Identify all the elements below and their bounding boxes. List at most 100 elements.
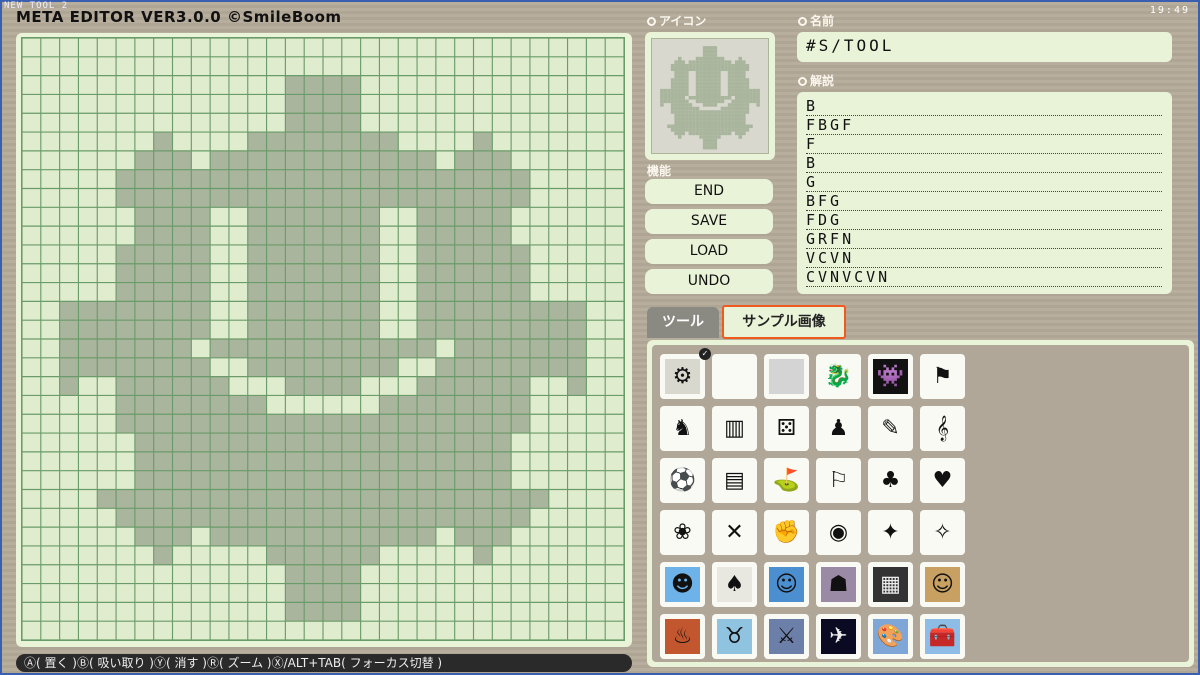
description-line: VCVN	[806, 249, 1162, 268]
dragon-icon: 🐉	[821, 359, 856, 394]
tab-tool[interactable]: ツール	[647, 307, 719, 338]
sample-thumbnail[interactable]	[712, 354, 757, 399]
end-button[interactable]: END	[645, 179, 773, 204]
sample-images-grid: ⚙ ✓ 🐉 👾 ⚑ ♞ ▥ ⚄ ♟ ✎ 𝄞 ⚽ ▤ ⛳ ⚐ ♣ ♥ ❀ ✕ ✊ ◉ ✦ ✧ ☻ ♠ ☺ ☗ ▦ ☺ ♨ ♉ ⚔ ✈ 🎨 🧰	[652, 345, 1189, 662]
description-line: BFG	[806, 192, 1162, 211]
sample-thumbnail[interactable]: ⚽	[660, 458, 705, 503]
heart-icon: ♥	[925, 463, 960, 498]
sample-thumbnail[interactable]: ⚄	[764, 406, 809, 451]
shelf-icon: ▥	[717, 411, 752, 446]
chess-board-icon: ♟	[821, 411, 856, 446]
save-button[interactable]: SAVE	[645, 209, 773, 234]
tab-sample-images[interactable]: サンプル画像	[722, 305, 846, 339]
description-label: 解説	[798, 72, 834, 89]
description-line: FDG	[806, 211, 1162, 230]
sample-thumbnail[interactable]: ⚑	[920, 354, 965, 399]
crack-icon: ✧	[925, 515, 960, 550]
description-line: CVNVCVN	[806, 268, 1162, 287]
cards-icon: ♣	[873, 463, 908, 498]
circle-bullet-icon	[798, 17, 807, 26]
blank-gray-icon	[769, 359, 804, 394]
palette-icon: 🎨	[873, 619, 908, 654]
description-field[interactable]: B FBGF F B G BFG FDG GRFN VCVN CVNVCVN	[797, 92, 1172, 294]
sample-thumbnail[interactable]: ⚙ ✓	[660, 348, 711, 399]
sample-thumbnail[interactable]: 𝄞	[920, 406, 965, 451]
fighter-icon: ✊	[769, 515, 804, 550]
girl-portrait-icon: ☺	[925, 567, 960, 602]
sample-thumbnail[interactable]: ☻	[660, 562, 705, 607]
description-line: F	[806, 135, 1162, 154]
mario-like-icon: ☻	[665, 567, 700, 602]
app-title: META EDITOR VER3.0.0 ©SmileBoom	[16, 8, 342, 26]
space-ship-icon: ✈	[821, 619, 856, 654]
selected-check-icon: ✓	[699, 348, 711, 360]
sample-thumbnail[interactable]: ✊	[764, 510, 809, 555]
icon-label: アイコン	[647, 12, 706, 29]
name-value: #S/TOOL	[806, 36, 895, 55]
document-icon: ▤	[717, 463, 752, 498]
sample-thumbnail[interactable]: ✦	[868, 510, 913, 555]
sample-thumbnail[interactable]: ☺	[764, 562, 809, 607]
sample-thumbnail[interactable]: ✈	[816, 614, 861, 659]
sample-thumbnail[interactable]: ♟	[816, 406, 861, 451]
sample-images-panel: ⚙ ✓ 🐉 👾 ⚑ ♞ ▥ ⚄ ♟ ✎ 𝄞 ⚽ ▤ ⛳ ⚐ ♣ ♥ ❀ ✕ ✊ ◉ ✦ ✧ ☻ ♠ ☺ ☗ ▦ ☺ ♨ ♉ ⚔ ✈ 🎨 🧰	[647, 340, 1194, 667]
sample-thumbnail[interactable]	[764, 354, 809, 399]
bear-icon: ♉	[717, 619, 752, 654]
sample-thumbnail[interactable]: ⚐	[816, 458, 861, 503]
road-icon: ✕	[717, 515, 752, 550]
gear-smile-icon: ⚙	[665, 359, 700, 394]
function-label: 機能	[647, 164, 672, 178]
sample-thumbnail[interactable]: ❀	[660, 510, 705, 555]
undo-button[interactable]: UNDO	[645, 269, 773, 294]
sample-thumbnail[interactable]: 🎨	[868, 614, 913, 659]
description-line: GRFN	[806, 230, 1162, 249]
golf-icon: ⛳	[769, 463, 804, 498]
description-line: FBGF	[806, 116, 1162, 135]
load-button[interactable]: LOAD	[645, 239, 773, 264]
clock: 19:49	[1149, 5, 1190, 16]
screen: NEW TOOL 2 19:49 META EDITOR VER3.0.0 ©S…	[0, 0, 1200, 675]
circle-bullet-icon	[798, 77, 807, 86]
sample-thumbnail[interactable]: ♠	[712, 562, 757, 607]
sample-thumbnail[interactable]: ☺	[920, 562, 965, 607]
sample-thumbnail[interactable]: ✎	[868, 406, 913, 451]
description-line: G	[806, 173, 1162, 192]
red-dragon-icon: ♨	[665, 619, 700, 654]
gear-smile-icon	[660, 46, 760, 150]
platformer-icon: ⚑	[925, 359, 960, 394]
sample-thumbnail[interactable]: ♨	[660, 614, 705, 659]
pixel-canvas[interactable]	[21, 37, 625, 641]
racer-icon: ◉	[821, 515, 856, 550]
flag-icon: ⚐	[821, 463, 856, 498]
sample-thumbnail[interactable]: ▦	[868, 562, 913, 607]
sample-thumbnail[interactable]: ⛳	[764, 458, 809, 503]
robot-icon: ☗	[821, 567, 856, 602]
sample-thumbnail[interactable]: ♉	[712, 614, 757, 659]
pixel-canvas-svg[interactable]	[22, 38, 624, 640]
sample-thumbnail[interactable]: ✕	[712, 510, 757, 555]
control-hints-bar: Ⓐ( 置く )Ⓑ( 吸い取り )Ⓨ( 消す )Ⓡ( ズーム )Ⓧ/ALT+TAB…	[16, 654, 632, 672]
sample-thumbnail[interactable]: ☗	[816, 562, 861, 607]
music-icon: 𝄞	[925, 411, 960, 446]
sample-thumbnail[interactable]: 🧰	[920, 614, 965, 659]
sample-thumbnail[interactable]: 👾	[868, 354, 913, 399]
sample-thumbnail[interactable]: ▥	[712, 406, 757, 451]
sample-thumbnail[interactable]: ✧	[920, 510, 965, 555]
toolbox-icon: 🧰	[925, 619, 960, 654]
sample-thumbnail[interactable]: ♣	[868, 458, 913, 503]
sample-thumbnail[interactable]: ♞	[660, 406, 705, 451]
plant-icon: ❀	[665, 515, 700, 550]
description-line: B	[806, 154, 1162, 173]
sports-icon: ⚽	[665, 463, 700, 498]
sample-thumbnail[interactable]: ♥	[920, 458, 965, 503]
synth-icon: ▦	[873, 567, 908, 602]
sample-thumbnail[interactable]: ▤	[712, 458, 757, 503]
sample-thumbnail[interactable]: ◉	[816, 510, 861, 555]
sample-thumbnail[interactable]: ⚔	[764, 614, 809, 659]
name-field[interactable]: #S/TOOL	[797, 32, 1172, 62]
tank-icon: ⚔	[769, 619, 804, 654]
monster-icon: 👾	[873, 359, 908, 394]
sample-thumbnail[interactable]: 🐉	[816, 354, 861, 399]
card-game-icon: ♠	[717, 567, 752, 602]
name-label: 名前	[798, 12, 834, 29]
